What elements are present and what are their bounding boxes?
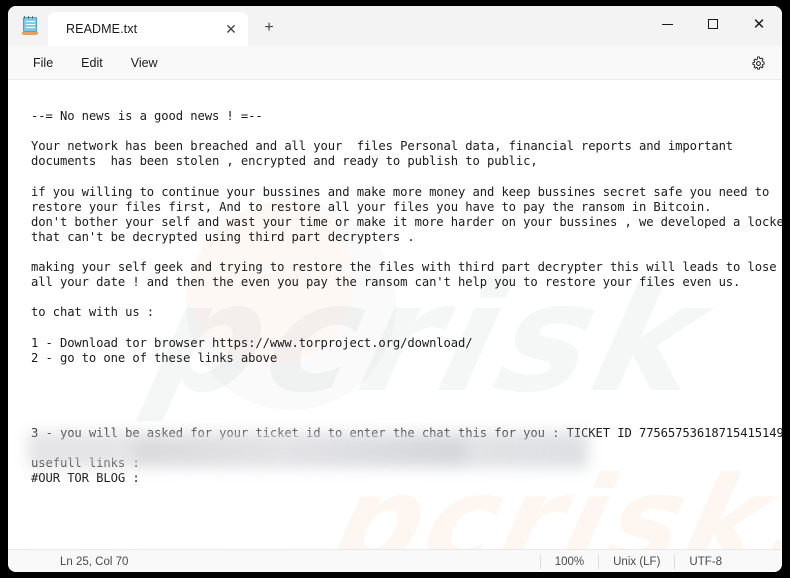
new-tab-icon[interactable]: + — [254, 13, 284, 43]
line-ending[interactable]: Unix (LF) — [598, 555, 674, 569]
zoom-level[interactable]: 100% — [539, 555, 598, 569]
title-bar: README.txt ✕ + ✕ — [8, 6, 782, 46]
minimize-icon — [661, 23, 673, 25]
gear-icon — [751, 55, 765, 70]
status-bar: Ln 25, Col 70 100% Unix (LF) UTF-8 — [8, 549, 782, 572]
maximize-icon — [708, 19, 718, 29]
text-editor-area[interactable]: pcrisk pcrisk.com --= No news is a good … — [8, 80, 782, 549]
ransom-note-text[interactable]: --= No news is a good news ! =-- Your ne… — [8, 80, 782, 486]
menu-item-file[interactable]: File — [22, 51, 64, 75]
notepad-icon — [22, 16, 38, 35]
close-tab-icon[interactable]: ✕ — [218, 16, 244, 42]
window-controls: ✕ — [644, 6, 782, 42]
tab-readme-txt[interactable]: README.txt ✕ — [48, 12, 248, 46]
cursor-position: Ln 25, Col 70 — [60, 556, 129, 568]
close-button[interactable]: ✕ — [736, 6, 782, 42]
menu-item-view[interactable]: View — [120, 51, 169, 75]
close-icon: ✕ — [752, 14, 766, 33]
maximize-button[interactable] — [690, 6, 736, 42]
menu-bar: File Edit View — [8, 46, 782, 80]
menu-item-edit[interactable]: Edit — [70, 51, 114, 75]
encoding[interactable]: UTF-8 — [674, 555, 782, 569]
tab-label: README.txt — [66, 22, 138, 36]
settings-button[interactable] — [746, 51, 770, 75]
notepad-window: README.txt ✕ + ✕ File Edit View pcrisk p… — [8, 6, 782, 572]
minimize-button[interactable] — [644, 6, 690, 42]
